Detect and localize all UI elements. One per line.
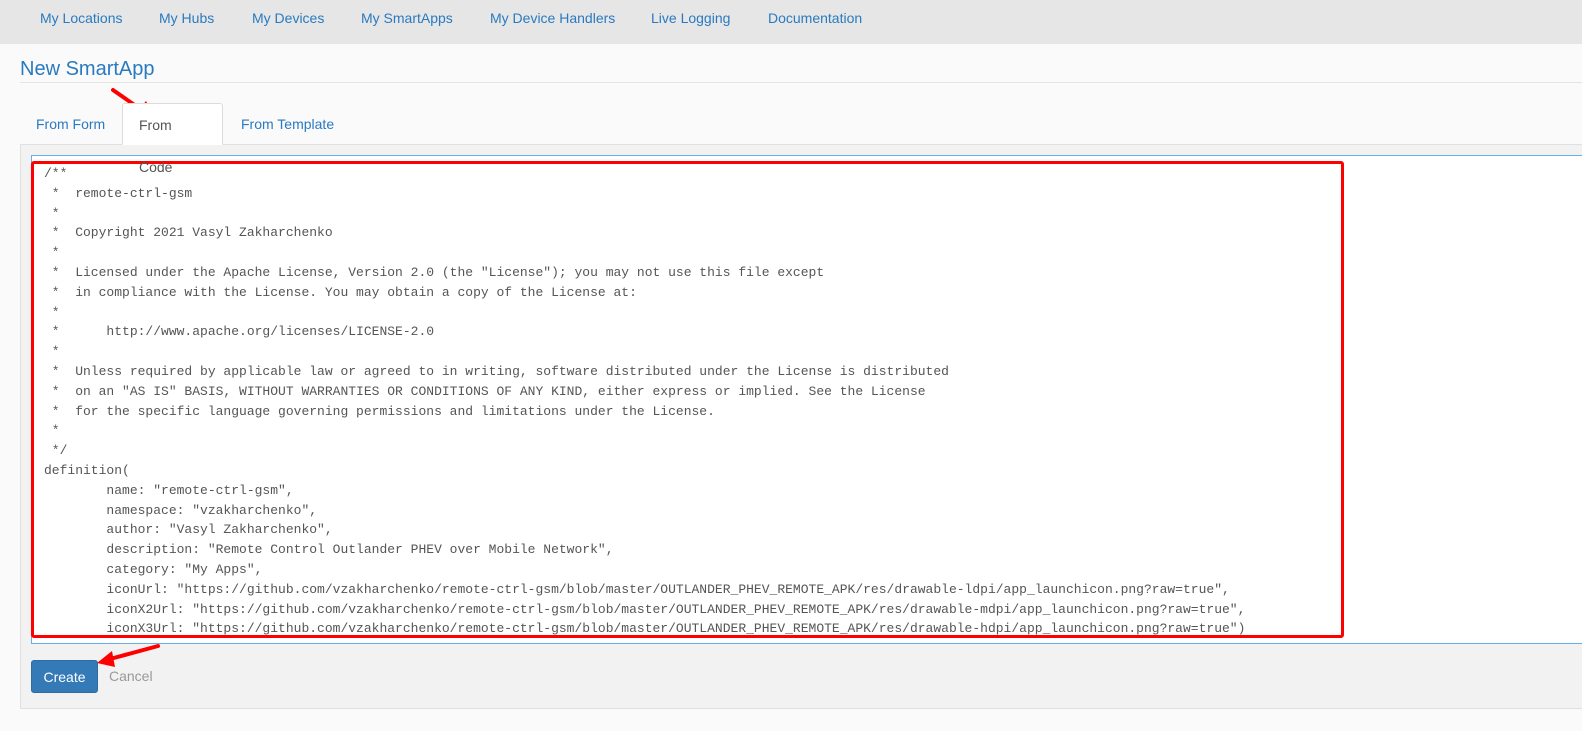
nav-link-live-logging[interactable]: Live Logging <box>651 10 730 26</box>
create-button[interactable]: Create <box>31 660 98 693</box>
nav-link-my-hubs[interactable]: My Hubs <box>159 10 214 26</box>
tab-from-code[interactable]: From Code <box>122 103 223 175</box>
tab-from-form[interactable]: From Form <box>20 103 121 145</box>
nav-link-my-locations[interactable]: My Locations <box>40 10 122 26</box>
cancel-link[interactable]: Cancel <box>109 668 153 684</box>
nav-link-my-device-handlers[interactable]: My Device Handlers <box>490 10 615 26</box>
nav-link-my-smartapps[interactable]: My SmartApps <box>361 10 453 26</box>
code-editor[interactable]: /** * remote-ctrl-gsm * * Copyright 2021… <box>31 155 1582 644</box>
tab-from-template[interactable]: From Template <box>225 103 350 145</box>
page-title: New SmartApp <box>20 58 155 80</box>
code-text[interactable]: /** * remote-ctrl-gsm * * Copyright 2021… <box>44 164 1245 639</box>
nav-link-my-devices[interactable]: My Devices <box>252 10 324 26</box>
nav-link-documentation[interactable]: Documentation <box>768 10 862 26</box>
main-content: New SmartApp From Form From Code From Te… <box>0 44 1582 731</box>
top-navigation: My Locations My Hubs My Devices My Smart… <box>0 0 1582 44</box>
title-divider <box>20 82 1582 83</box>
